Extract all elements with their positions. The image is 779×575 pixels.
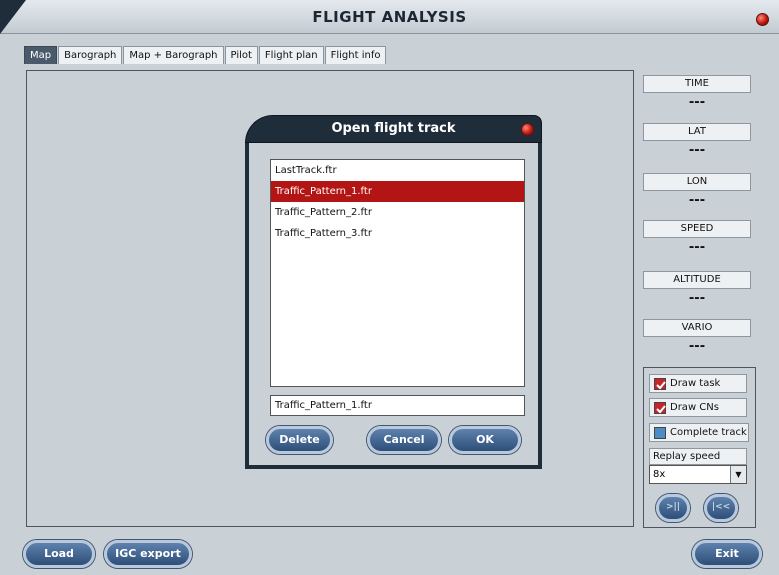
title-bar: FLIGHT ANALYSIS xyxy=(0,0,779,34)
draw-task-checkbox[interactable]: Draw task xyxy=(649,374,747,393)
play-pause-button[interactable]: >|| xyxy=(656,494,690,522)
speed-label: SPEED xyxy=(643,220,751,238)
file-item[interactable]: LastTrack.ftr xyxy=(271,160,524,181)
lat-label: LAT xyxy=(643,123,751,141)
checkbox-checked-icon xyxy=(654,378,666,390)
flight-analysis-window: FLIGHT ANALYSIS Map Barograph Map + Baro… xyxy=(0,0,779,575)
ok-button[interactable]: OK xyxy=(449,426,521,454)
igc-export-button[interactable]: IGC export xyxy=(104,540,192,568)
replay-speed-value: 8x xyxy=(653,469,666,480)
checkbox-checked-icon xyxy=(654,402,666,414)
dialog-close-icon[interactable] xyxy=(521,123,534,136)
time-label: TIME xyxy=(643,75,751,93)
load-button[interactable]: Load xyxy=(23,540,95,568)
file-item[interactable]: Traffic_Pattern_3.ftr xyxy=(271,223,524,244)
altitude-value: --- xyxy=(688,291,706,306)
close-icon[interactable] xyxy=(756,13,769,26)
lat-value: --- xyxy=(688,143,706,158)
vario-value: --- xyxy=(688,339,706,354)
lon-value: --- xyxy=(688,193,706,208)
speed-value: --- xyxy=(688,240,706,255)
draw-task-label: Draw task xyxy=(670,378,721,389)
tab-map-barograph[interactable]: Map + Barograph xyxy=(123,46,224,64)
draw-cns-label: Draw CNs xyxy=(670,402,719,413)
delete-button[interactable]: Delete xyxy=(266,426,333,454)
tab-flight-plan[interactable]: Flight plan xyxy=(258,46,324,64)
dropdown-arrow-icon[interactable]: ▼ xyxy=(730,466,746,483)
altitude-label: ALTITUDE xyxy=(643,271,751,289)
checkbox-unchecked-icon xyxy=(654,427,666,439)
tab-flight-info[interactable]: Flight info xyxy=(324,46,387,64)
dialog-body: LastTrack.ftr Traffic_Pattern_1.ftr Traf… xyxy=(245,143,542,469)
dialog-title: Open flight track xyxy=(331,121,456,136)
file-list[interactable]: LastTrack.ftr Traffic_Pattern_1.ftr Traf… xyxy=(270,159,525,387)
cancel-button[interactable]: Cancel xyxy=(367,426,441,454)
tab-map[interactable]: Map xyxy=(24,46,58,64)
replay-speed-select[interactable]: 8x ▼ xyxy=(649,465,747,484)
replay-speed-label: Replay speed xyxy=(649,448,747,465)
complete-track-checkbox[interactable]: Complete track xyxy=(649,423,749,442)
rewind-button[interactable]: |<< xyxy=(704,494,738,522)
open-flight-track-dialog: Open flight track LastTrack.ftr Traffic_… xyxy=(245,115,542,469)
vario-label: VARIO xyxy=(643,319,751,337)
tab-pilot[interactable]: Pilot xyxy=(224,46,258,64)
window-title: FLIGHT ANALYSIS xyxy=(312,8,467,26)
time-value: --- xyxy=(688,95,706,110)
dialog-title-bar: Open flight track xyxy=(245,115,542,143)
exit-button[interactable]: Exit xyxy=(692,540,762,568)
file-item-selected[interactable]: Traffic_Pattern_1.ftr xyxy=(271,181,524,202)
file-item[interactable]: Traffic_Pattern_2.ftr xyxy=(271,202,524,223)
tab-barograph[interactable]: Barograph xyxy=(58,46,123,64)
draw-cns-checkbox[interactable]: Draw CNs xyxy=(649,398,747,417)
file-name-input[interactable]: Traffic_Pattern_1.ftr xyxy=(270,395,525,416)
lon-label: LON xyxy=(643,173,751,191)
complete-track-label: Complete track xyxy=(670,427,747,438)
tab-bar: Map Barograph Map + Barograph Pilot Flig… xyxy=(24,46,387,64)
